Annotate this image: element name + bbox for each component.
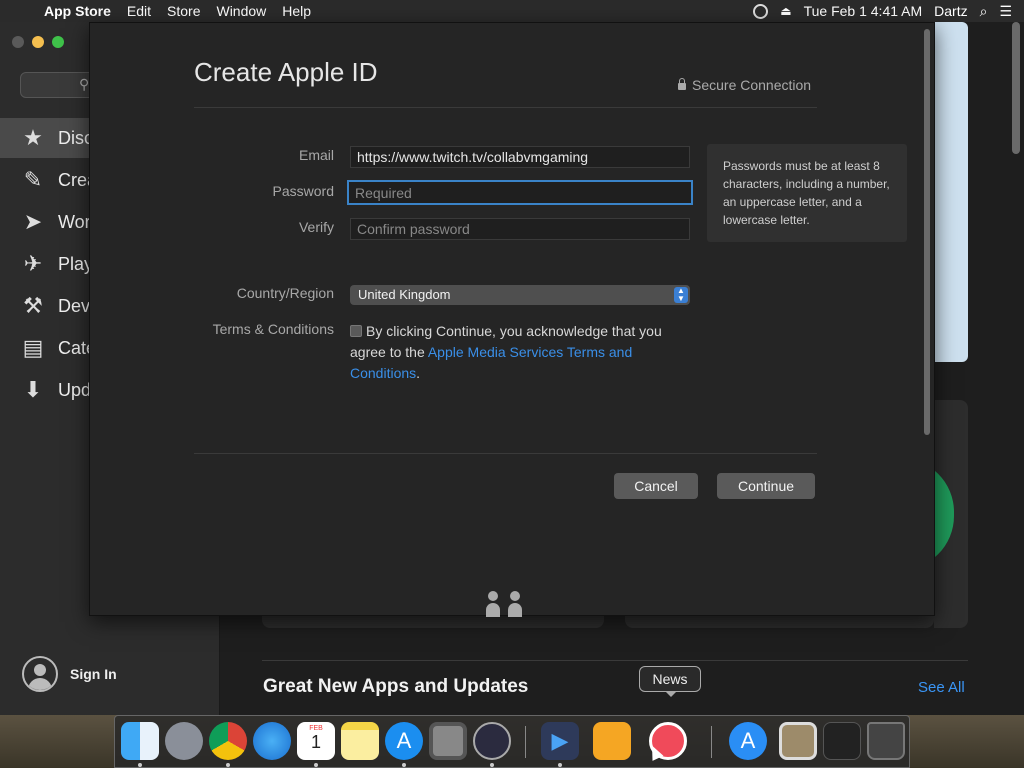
password-label: Password xyxy=(272,183,334,199)
dock: FEB 1 A ▶ A xyxy=(114,715,910,768)
download-icon: ⬇ xyxy=(23,377,43,402)
trash-icon[interactable] xyxy=(867,722,905,760)
terms-label: Terms & Conditions xyxy=(212,321,334,337)
email-field[interactable] xyxy=(350,146,690,168)
finder-icon[interactable] xyxy=(121,722,159,760)
avatar-icon xyxy=(22,656,58,692)
country-select[interactable]: United Kingdom ▲ ▼ xyxy=(350,285,690,305)
section-title: Great New Apps and Updates xyxy=(263,676,529,697)
window-controls xyxy=(12,36,64,48)
search-icon: ⚲ xyxy=(79,76,90,92)
sign-in-button[interactable]: Sign In xyxy=(22,656,117,692)
see-all-link[interactable]: See All xyxy=(918,679,965,696)
running-indicator xyxy=(402,763,406,767)
divider xyxy=(262,660,968,661)
terms-text: By clicking Continue, you acknowledge th… xyxy=(350,321,690,384)
menu-store[interactable]: Store xyxy=(159,3,208,19)
eject-icon[interactable]: ⏏ xyxy=(780,4,791,18)
running-indicator xyxy=(490,763,494,767)
divider xyxy=(194,453,817,454)
menu-edit[interactable]: Edit xyxy=(119,3,159,19)
secure-connection-label: Secure Connection xyxy=(692,77,812,93)
create-apple-id-sheet: Create Apple ID Secure Connection Email … xyxy=(89,22,935,617)
verify-password-field[interactable] xyxy=(350,218,690,240)
zoom-button[interactable] xyxy=(52,36,64,48)
calendar-icon[interactable]: FEB 1 xyxy=(297,722,335,760)
app-card[interactable] xyxy=(262,614,604,628)
sidebar-item-label: Upd xyxy=(58,379,92,400)
brush-icon: ✎ xyxy=(23,167,43,192)
media-player-icon[interactable]: ▶ xyxy=(541,722,579,760)
sheet-scrollbar[interactable] xyxy=(924,29,930,435)
dock-tooltip: News xyxy=(639,666,701,697)
sheet-title: Create Apple ID xyxy=(194,57,378,87)
terms-checkbox[interactable] xyxy=(350,325,362,337)
clock[interactable]: Tue Feb 1 4:41 AM xyxy=(804,3,923,19)
home-icon[interactable] xyxy=(593,722,631,760)
system-preferences-icon[interactable] xyxy=(429,722,467,760)
menu-bar: App Store Edit Store Window Help ⏏ Tue F… xyxy=(0,0,1024,22)
calendar-month: FEB xyxy=(309,725,323,732)
menu-help[interactable]: Help xyxy=(274,3,319,19)
country-value: United Kingdom xyxy=(358,287,451,302)
featured-card[interactable] xyxy=(934,22,968,362)
sidebar-item-label: Play xyxy=(58,253,94,274)
email-label: Email xyxy=(298,147,334,163)
status-circle-icon[interactable] xyxy=(753,3,769,19)
sidebar-item-label: Disc xyxy=(58,127,93,148)
app-store-downloads-icon[interactable]: A xyxy=(729,722,767,760)
dock-separator xyxy=(525,726,526,758)
running-indicator xyxy=(314,763,318,767)
screenshot-icon[interactable] xyxy=(823,722,861,760)
continue-button[interactable]: Continue xyxy=(717,473,815,499)
chrome-icon[interactable] xyxy=(209,722,247,760)
obs-icon[interactable] xyxy=(473,722,511,760)
app-store-icon[interactable]: A xyxy=(385,722,423,760)
close-button[interactable] xyxy=(12,36,24,48)
running-indicator xyxy=(138,763,142,767)
sidebar-item-label: Wor xyxy=(58,211,91,232)
paper-plane-icon: ➤ xyxy=(23,209,43,234)
stack-icon: ▤ xyxy=(22,335,44,360)
running-indicator xyxy=(558,763,562,767)
secure-connection: Secure Connection xyxy=(678,77,811,93)
rocket-icon: ✈ xyxy=(23,251,43,276)
verify-label: Verify xyxy=(298,219,334,235)
star-icon: ★ xyxy=(23,125,43,150)
password-field[interactable] xyxy=(347,180,693,205)
notification-center-icon[interactable]: ☰ xyxy=(999,3,1012,20)
scrollbar[interactable] xyxy=(1012,22,1020,154)
calendar-day: 1 xyxy=(310,732,321,752)
minimize-button[interactable] xyxy=(32,36,44,48)
hammer-icon: ⚒ xyxy=(23,293,43,318)
preview-icon[interactable] xyxy=(779,722,817,760)
divider xyxy=(194,107,817,108)
cancel-button[interactable]: Cancel xyxy=(614,473,698,499)
dock-separator xyxy=(711,726,712,758)
sidebar-item-label: Dev xyxy=(58,295,91,316)
user-name[interactable]: Dartz xyxy=(934,3,967,19)
app-card[interactable] xyxy=(625,614,934,628)
password-hint: Passwords must be at least 8 characters,… xyxy=(707,144,907,242)
running-indicator xyxy=(226,763,230,767)
people-icon xyxy=(484,589,528,617)
country-label: Country/Region xyxy=(236,285,334,301)
safari-icon[interactable] xyxy=(253,722,291,760)
lock-icon xyxy=(678,77,686,90)
menu-app-name[interactable]: App Store xyxy=(36,3,119,19)
notes-icon[interactable] xyxy=(341,722,379,760)
spotlight-search-icon[interactable]: ⌕ xyxy=(980,3,988,20)
launchpad-icon[interactable] xyxy=(165,722,203,760)
menu-window[interactable]: Window xyxy=(208,3,274,19)
sign-in-label: Sign In xyxy=(70,666,117,682)
chevron-up-down-icon: ▲ ▼ xyxy=(674,287,688,303)
terms-end: . xyxy=(416,365,421,381)
